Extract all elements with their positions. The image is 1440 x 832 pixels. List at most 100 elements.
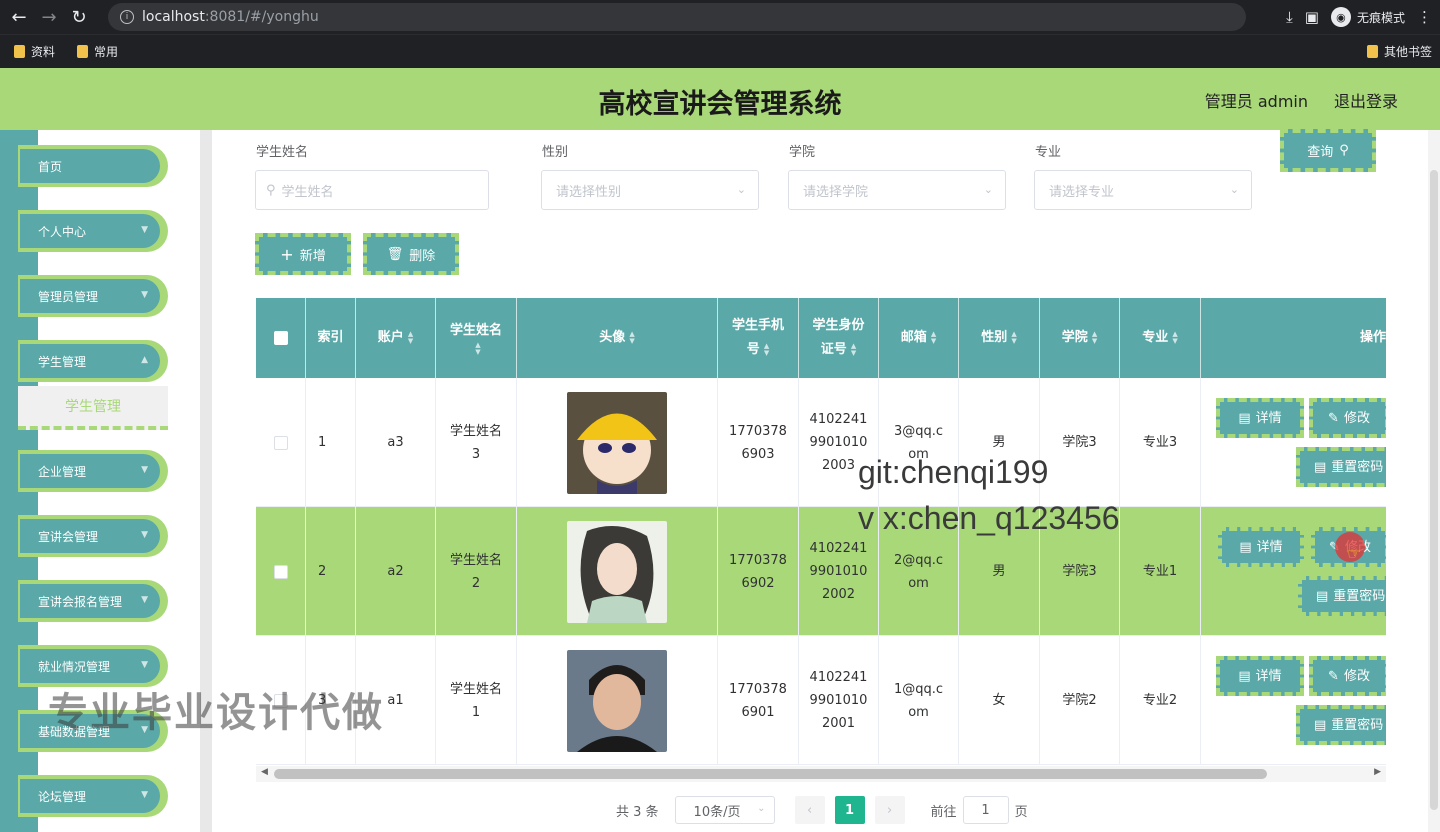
detail-button[interactable]: ▤ 详情 [1216, 656, 1304, 696]
checkbox[interactable] [273, 564, 288, 579]
sidebar-item-seminars[interactable]: 宣讲会管理 ▼ [18, 515, 168, 557]
col-email[interactable]: 邮箱 ▲ ▼ [879, 298, 959, 378]
menu-icon[interactable]: ⋮ [1417, 8, 1432, 26]
cell-phone: 17703786902 [718, 507, 799, 636]
sidebar-item-registrations[interactable]: 宣讲会报名管理 ▼ [18, 580, 168, 622]
gender-select[interactable]: 请选择性别 ⌄ [541, 170, 759, 210]
download-icon[interactable]: ⤓ [1286, 8, 1293, 26]
sidebar-subitem-students[interactable]: 学生管理 [18, 386, 168, 430]
edit-button[interactable]: ✎修改 [1309, 398, 1386, 438]
row-select[interactable] [256, 507, 306, 636]
filter-college-label: 学院 [789, 145, 816, 160]
goto-page-input[interactable]: 1 [962, 796, 1009, 824]
chevron-down-icon: ▼ [141, 225, 148, 235]
row-select[interactable] [256, 378, 306, 507]
forward-icon[interactable]: → [34, 2, 64, 32]
cell-index: 2 [306, 507, 356, 636]
sort-icon[interactable]: ▲ ▼ [629, 331, 634, 345]
sort-icon[interactable]: ▲ ▼ [475, 342, 480, 356]
chevron-down-icon: ⌄ [1229, 183, 1239, 196]
sidepanel-icon[interactable]: ▣ [1305, 8, 1319, 26]
col-idcard[interactable]: 学生身份证号 ▲ ▼ [799, 298, 879, 378]
scroll-right-icon[interactable]: ▶ [1374, 767, 1381, 777]
scrollbar-thumb[interactable] [274, 769, 1267, 779]
sidebar-item-home[interactable]: 首页 [18, 145, 168, 187]
cell-avatar [517, 378, 718, 507]
col-college[interactable]: 学院 ▲ ▼ [1040, 298, 1120, 378]
reload-icon[interactable]: ↻ [64, 2, 94, 32]
select-all[interactable] [256, 298, 306, 378]
sidebar-item-companies[interactable]: 企业管理 ▼ [18, 450, 168, 492]
sidebar-item-profile[interactable]: 个人中心 ▼ [18, 210, 168, 252]
sort-icon[interactable]: ▲ ▼ [764, 342, 769, 357]
sort-icon[interactable]: ▲ ▼ [931, 331, 936, 345]
query-button[interactable]: 查询 ⚲ [1280, 129, 1376, 172]
add-button[interactable]: + 新增 [255, 233, 351, 275]
table-horizontal-scrollbar[interactable]: ◀ ▶ [256, 766, 1386, 782]
bookmark-folder[interactable]: 常用 [77, 43, 118, 60]
logout-button[interactable]: 退出登录 [1334, 88, 1398, 112]
cell-phone: 17703786901 [718, 636, 799, 765]
reset-password-button[interactable]: ▤ 重置密码 [1296, 705, 1386, 745]
sidebar-item-label: 个人中心 [38, 224, 87, 239]
col-account[interactable]: 账户 ▲ ▼ [356, 298, 436, 378]
cell-name: 学生姓名1 [436, 636, 517, 765]
query-label: 查询 [1307, 145, 1334, 160]
col-ops: 操作 [1359, 330, 1386, 345]
scrollbar-thumb[interactable] [1430, 170, 1438, 810]
watermark-text: 专业毕业设计代做 [48, 690, 384, 736]
page-number-current[interactable]: 1 [834, 796, 865, 824]
address-bar[interactable]: i localhost:8081/#/yonghu [108, 3, 1246, 31]
cell-major: 专业1 [1120, 507, 1201, 636]
col-phone[interactable]: 学生手机号 ▲ ▼ [718, 298, 799, 378]
sort-icon[interactable]: ▲ ▼ [1011, 331, 1016, 345]
site-info-icon[interactable]: i [120, 10, 134, 24]
sort-icon[interactable]: ▲ ▼ [408, 331, 413, 345]
detail-button[interactable]: ▤ 详情 [1216, 398, 1304, 438]
reset-password-button[interactable]: ▤ 重置密码 [1298, 576, 1386, 616]
delete-button[interactable]: 🗑 删除 [363, 233, 459, 275]
current-user: 管理员 admin [1204, 92, 1308, 111]
incognito-indicator[interactable]: ◉ 无痕模式 [1330, 7, 1405, 27]
avatar[interactable] [567, 649, 667, 752]
col-name[interactable]: 学生姓名 ▲ ▼ [436, 298, 517, 378]
sort-icon[interactable]: ▲ ▼ [1172, 331, 1177, 345]
search-name-input[interactable]: ⚲ 学生姓名 [255, 170, 489, 210]
reset-password-button[interactable]: ▤ 重置密码 [1296, 447, 1386, 487]
page-size-value: 10条/页 [693, 804, 741, 820]
sidebar-item-forum[interactable]: 论坛管理 ▼ [18, 775, 168, 817]
prev-page-button[interactable]: ‹ [794, 796, 825, 824]
page-size-select[interactable]: 10条/页 ⌄ [674, 796, 775, 824]
sort-icon[interactable]: ▲ ▼ [851, 342, 856, 357]
chevron-right-icon: › [886, 802, 893, 818]
college-select[interactable]: 请选择学院 ⌄ [788, 170, 1006, 210]
sort-icon[interactable]: ▲ ▼ [1092, 331, 1097, 345]
document-icon: ▤ [1316, 588, 1329, 604]
checkbox[interactable] [273, 331, 288, 345]
avatar[interactable] [567, 391, 667, 494]
cell-idcard: 410224199010102001 [799, 636, 879, 765]
sidebar-item-label: 企业管理 [38, 464, 87, 479]
avatar[interactable] [567, 520, 667, 623]
cell-college: 学院2 [1040, 636, 1120, 765]
major-select[interactable]: 请选择专业 ⌄ [1034, 170, 1252, 210]
col-avatar[interactable]: 头像 ▲ ▼ [517, 298, 718, 378]
other-bookmarks[interactable]: 其他书签 [1366, 43, 1432, 60]
scroll-left-icon[interactable]: ◀ [261, 767, 268, 777]
edit-button[interactable]: ✎修改 [1309, 656, 1386, 696]
checkbox[interactable] [273, 435, 288, 450]
col-gender[interactable]: 性别 ▲ ▼ [959, 298, 1040, 378]
back-icon[interactable]: ← [4, 2, 34, 32]
search-icon: ⚲ [1339, 143, 1349, 158]
cell-gender: 女 [959, 636, 1040, 765]
sidebar-item-students[interactable]: 学生管理 ▲ [18, 340, 168, 382]
sidebar-item-admins[interactable]: 管理员管理 ▼ [18, 275, 168, 317]
next-page-button[interactable]: › [874, 796, 905, 824]
table-header: 索引 账户 ▲ ▼ 学生姓名 ▲ ▼ 头像 ▲ ▼ 学生手机号 ▲ ▼ 学生身份证号 ▲ ▼ 邮箱 ▲… [256, 298, 1386, 378]
col-major[interactable]: 专业 ▲ ▼ [1120, 298, 1201, 378]
cell-account: a2 [356, 507, 436, 636]
detail-button[interactable]: ▤ 详情 [1218, 527, 1304, 567]
page-scrollbar[interactable] [1428, 130, 1440, 832]
bookmark-folder[interactable]: 资料 [14, 43, 55, 60]
document-icon: ▤ [1314, 717, 1327, 733]
